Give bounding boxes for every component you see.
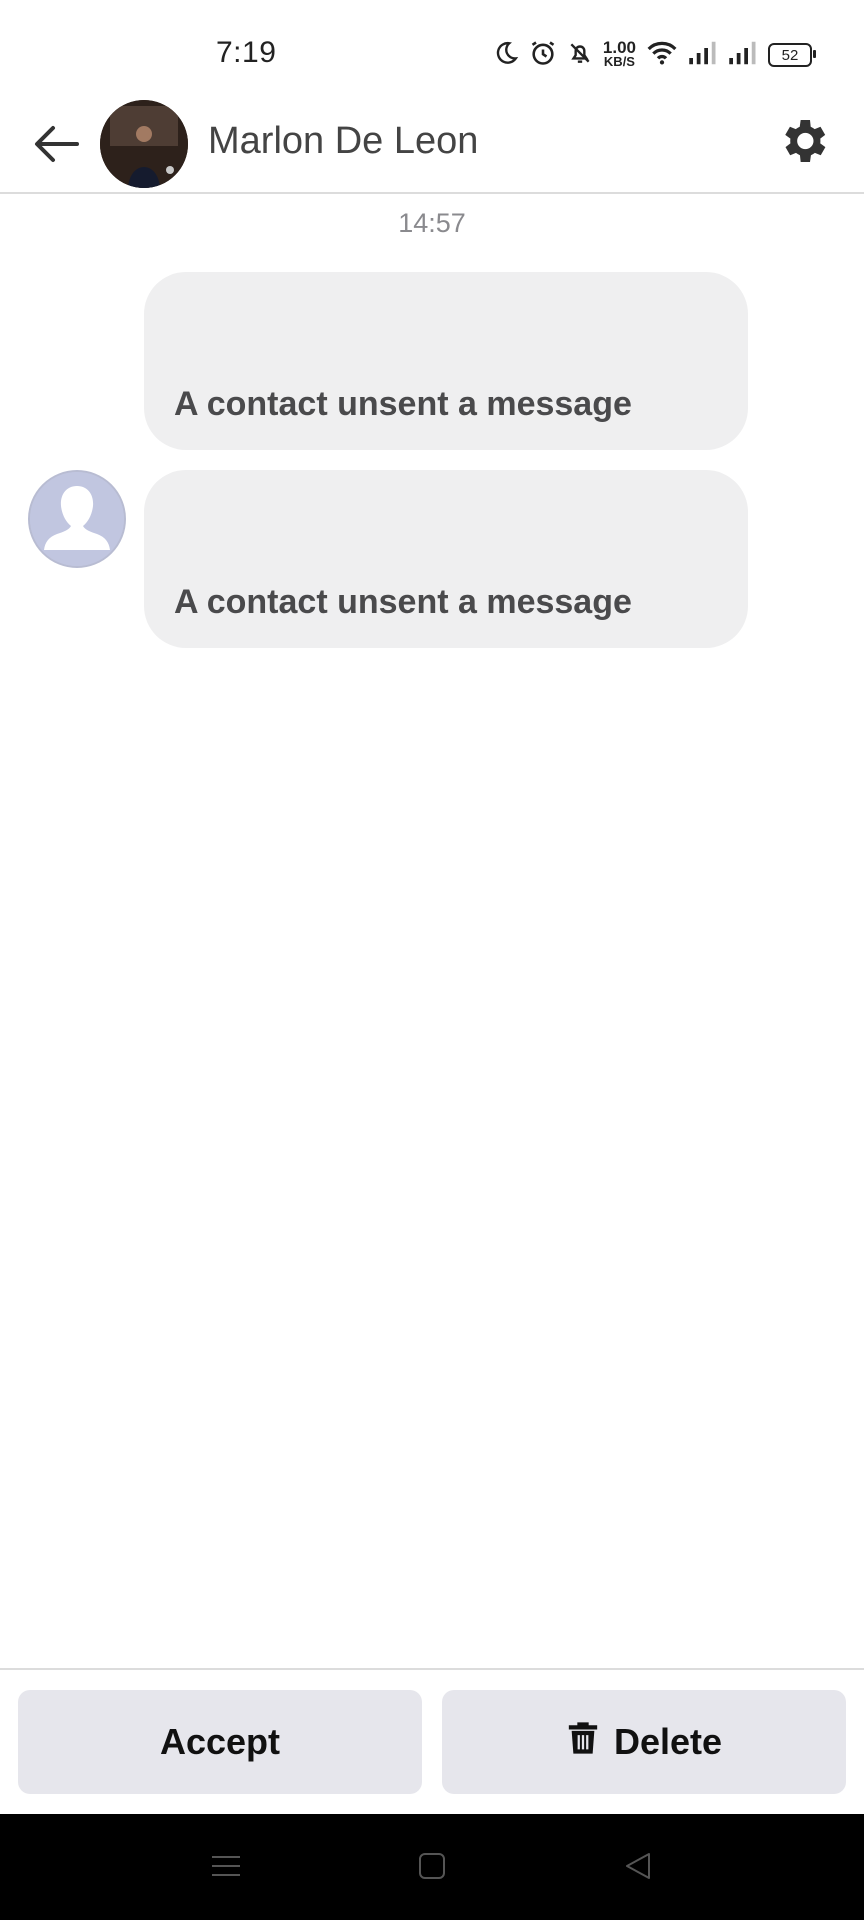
back-triangle-icon <box>624 1851 652 1886</box>
status-icons: 1.00 KB/S 52 <box>493 38 816 72</box>
moon-icon <box>493 40 519 71</box>
home-button[interactable] <box>412 1848 452 1888</box>
accept-label: Accept <box>159 1721 281 1762</box>
conversation-header: Marlon De Leon <box>0 100 864 194</box>
status-time: 7:19 <box>216 36 277 69</box>
arrow-left-icon <box>33 124 79 169</box>
net-speed-value: 1.00 <box>602 38 636 57</box>
net-speed-unit: KB/S <box>603 54 635 69</box>
message-bubble[interactable]: A contact unsent a message <box>144 470 748 648</box>
menu-button[interactable] <box>206 1848 246 1888</box>
contact-avatar[interactable] <box>100 100 188 188</box>
status-bar: 7:19 1.00 KB/S 52 <box>0 0 864 100</box>
home-icon <box>418 1852 446 1885</box>
bell-off-icon <box>567 40 593 71</box>
sender-avatar[interactable] <box>28 470 126 568</box>
back-nav-button[interactable] <box>618 1848 658 1888</box>
message-text: A contact unsent a message <box>174 583 632 621</box>
menu-icon <box>211 1853 241 1884</box>
request-action-bar: Accept Delete <box>0 1668 864 1816</box>
delete-label: Delete <box>613 1721 723 1762</box>
message-text: A contact unsent a message <box>174 385 632 423</box>
battery-icon: 52 <box>768 43 816 67</box>
alarm-icon <box>529 39 557 72</box>
wifi-icon <box>646 39 678 72</box>
settings-button[interactable] <box>772 112 834 174</box>
net-speed: 1.00 KB/S <box>602 38 636 69</box>
signal-icon <box>728 40 758 71</box>
back-button[interactable] <box>30 120 82 172</box>
default-user-icon <box>30 472 124 566</box>
signal-icon <box>688 40 718 71</box>
person-photo-icon <box>100 100 188 188</box>
delete-button[interactable]: Delete <box>442 1690 846 1794</box>
gear-icon <box>775 113 831 174</box>
system-nav-bar <box>0 1814 864 1920</box>
message-bubble[interactable]: A contact unsent a message <box>144 272 748 450</box>
contact-name[interactable]: Marlon De Leon <box>208 120 478 163</box>
accept-button[interactable]: Accept <box>18 1690 422 1794</box>
message-timestamp: 14:57 <box>398 208 466 238</box>
trash-icon <box>566 1719 600 1766</box>
